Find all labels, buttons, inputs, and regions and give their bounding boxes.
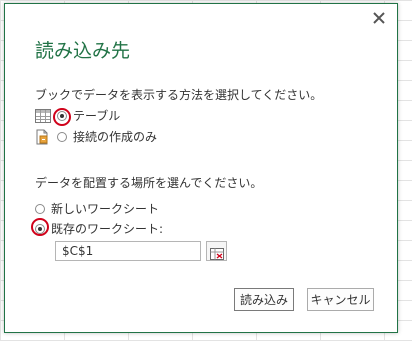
table-icon bbox=[35, 108, 51, 123]
dialog-title: 読み込み先 bbox=[35, 40, 131, 62]
option-new-worksheet[interactable]: 新しいワークシート bbox=[35, 200, 159, 217]
display-method-prompt: ブックでデータを表示する方法を選択してください。 bbox=[35, 88, 323, 102]
load-button[interactable]: 読み込み bbox=[234, 288, 294, 311]
option-table-label: テーブル bbox=[73, 109, 121, 123]
option-existing-worksheet[interactable]: 既存のワークシート: bbox=[35, 220, 163, 237]
highlight-circle-existing-worksheet bbox=[31, 218, 49, 236]
option-table[interactable]: テーブル bbox=[35, 107, 120, 124]
option-connection-only-label: 接続の作成のみ bbox=[73, 130, 158, 144]
highlight-circle-table bbox=[52, 107, 71, 126]
range-select-icon bbox=[209, 245, 224, 260]
radio-connection-only[interactable] bbox=[57, 131, 67, 142]
cell-reference-input[interactable]: $C$1 bbox=[55, 241, 201, 261]
location-prompt: データを配置する場所を選んでください。 bbox=[35, 176, 263, 190]
close-icon[interactable] bbox=[371, 10, 387, 26]
radio-new-worksheet[interactable] bbox=[35, 203, 45, 214]
cancel-button[interactable]: キャンセル bbox=[307, 288, 374, 311]
import-data-dialog: 読み込み先 ブックでデータを表示する方法を選択してください。 テーブル 接続の作… bbox=[4, 3, 398, 333]
option-connection-only[interactable]: 接続の作成のみ bbox=[35, 128, 157, 145]
option-existing-worksheet-label: 既存のワークシート: bbox=[51, 222, 164, 236]
option-new-worksheet-label: 新しいワークシート bbox=[51, 202, 160, 216]
connection-only-icon bbox=[35, 129, 51, 145]
collapse-range-button[interactable] bbox=[206, 241, 227, 261]
